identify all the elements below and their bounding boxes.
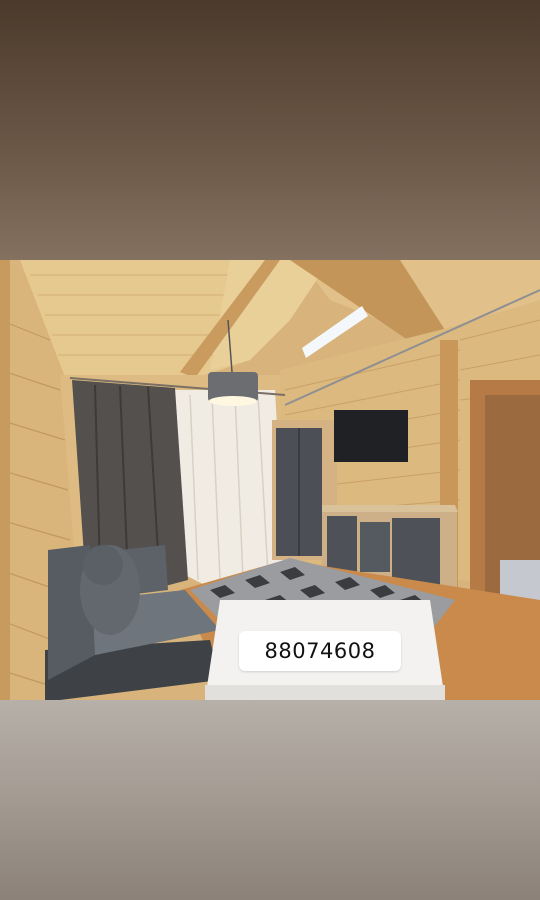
sheer-curtain — [170, 390, 285, 585]
bottom-gradient-background — [0, 700, 540, 900]
coffee-table-shadow — [205, 685, 445, 700]
phone-number-text: 88074608 — [264, 639, 376, 663]
story-viewer[interactable]: 88074608 — [0, 0, 540, 900]
left-wall-edge — [0, 260, 10, 700]
lamp-glow — [209, 396, 257, 406]
doorway-floor — [500, 560, 540, 600]
tv — [334, 410, 408, 462]
top-gradient-background — [0, 0, 540, 260]
phone-number-sticker[interactable]: 88074608 — [239, 631, 401, 671]
skylight — [302, 306, 368, 358]
sofa-cushion-2 — [83, 545, 123, 585]
dresser-drawers — [360, 522, 390, 572]
